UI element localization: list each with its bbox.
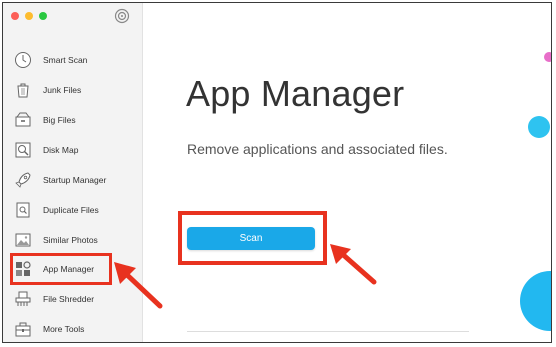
shredder-icon — [14, 290, 32, 308]
magnifier-icon — [14, 141, 32, 159]
sidebar-item-label: Disk Map — [43, 145, 79, 155]
decorative-pink-circle — [544, 52, 551, 62]
annotation-arrow-icon — [114, 262, 163, 309]
sidebar-item-label: Junk Files — [43, 85, 82, 95]
annotation-highlight-box — [10, 253, 112, 285]
divider — [187, 331, 469, 332]
main-content: App Manager Remove applications and asso… — [143, 3, 551, 342]
sidebar-item-big-files[interactable]: Big Files — [3, 106, 143, 134]
sidebar-item-label: Smart Scan — [43, 55, 88, 65]
sidebar-item-similar-photos[interactable]: Similar Photos — [3, 226, 143, 254]
sidebar-item-label: Big Files — [43, 115, 76, 125]
close-window-button[interactable] — [11, 12, 19, 20]
sidebar-item-label: More Tools — [43, 324, 85, 334]
sidebar-item-label: Similar Photos — [43, 235, 98, 245]
drawer-icon — [14, 111, 32, 129]
photo-icon — [14, 231, 32, 249]
sidebar-item-startup-manager[interactable]: Startup Manager — [3, 166, 143, 194]
sidebar-item-duplicate-files[interactable]: Duplicate Files — [3, 196, 143, 224]
sidebar-item-junk-files[interactable]: Junk Files — [3, 76, 143, 104]
page-title: App Manager — [186, 73, 405, 114]
app-window: Smart Scan Junk Files Big Files Disk Map — [2, 2, 552, 343]
duplicate-icon — [14, 201, 32, 219]
scan-button[interactable]: Scan — [187, 227, 315, 250]
sidebar-item-disk-map[interactable]: Disk Map — [3, 136, 143, 164]
sidebar-item-smart-scan[interactable]: Smart Scan — [3, 46, 143, 74]
swirl-logo-icon[interactable] — [114, 8, 130, 24]
window-controls — [11, 12, 47, 20]
rocket-icon — [14, 171, 32, 189]
annotation-arrow-icon — [330, 244, 377, 285]
clock-icon — [14, 51, 32, 69]
sidebar-item-more-tools[interactable]: More Tools — [3, 315, 143, 342]
sidebar-item-label: Duplicate Files — [43, 205, 99, 215]
page-subtitle: Remove applications and associated files… — [187, 141, 448, 157]
trash-icon — [14, 81, 32, 99]
zoom-window-button[interactable] — [39, 12, 47, 20]
decorative-blue-circle — [528, 116, 550, 138]
sidebar-item-label: Startup Manager — [43, 175, 107, 185]
toolbox-icon — [14, 320, 32, 338]
sidebar-item-label: File Shredder — [43, 294, 95, 304]
decorative-large-blue-circle — [520, 271, 551, 331]
minimize-window-button[interactable] — [25, 12, 33, 20]
